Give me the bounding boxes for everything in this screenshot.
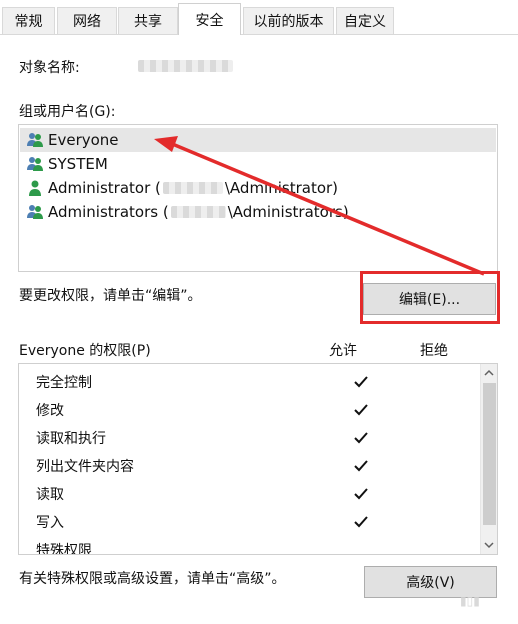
advanced-hint: 有关特殊权限或高级设置，请单击“高级”。 [19,571,286,587]
permission-row-read-execute: 读取和执行 [36,424,466,452]
allow-checkmark-icon [354,516,368,528]
permission-row-full-control: 完全控制 [36,368,466,396]
scroll-down-arrow-icon[interactable] [484,541,494,549]
permission-row-list-folder: 列出文件夹内容 [36,452,466,480]
permissions-header-label: Everyone 的权限(P) [19,343,151,359]
tab-security[interactable]: 安全 [178,3,241,35]
allow-checkmark-icon [354,460,368,472]
allow-checkmark-icon [354,432,368,444]
scroll-up-arrow-icon[interactable] [484,369,494,377]
allow-checkmark-icon [354,376,368,388]
deny-column-header: 拒绝 [420,343,448,359]
allow-checkmark-icon [354,404,368,416]
allow-column-header: 允许 [329,343,357,359]
permission-row-write: 写入 [36,508,466,536]
permissions-scrollbar[interactable] [480,364,497,554]
permission-row-special: 特殊权限 [36,543,92,554]
watermark-logo: ▮▯▮ [460,594,480,608]
permission-row-modify: 修改 [36,396,466,424]
allow-checkmark-icon [354,488,368,500]
permission-row-read: 读取 [36,480,466,508]
scrollbar-thumb[interactable] [483,383,496,525]
permissions-list[interactable]: 完全控制 修改 读取和执行 列出文件夹内容 读取 写入 特殊权限 [18,363,498,555]
